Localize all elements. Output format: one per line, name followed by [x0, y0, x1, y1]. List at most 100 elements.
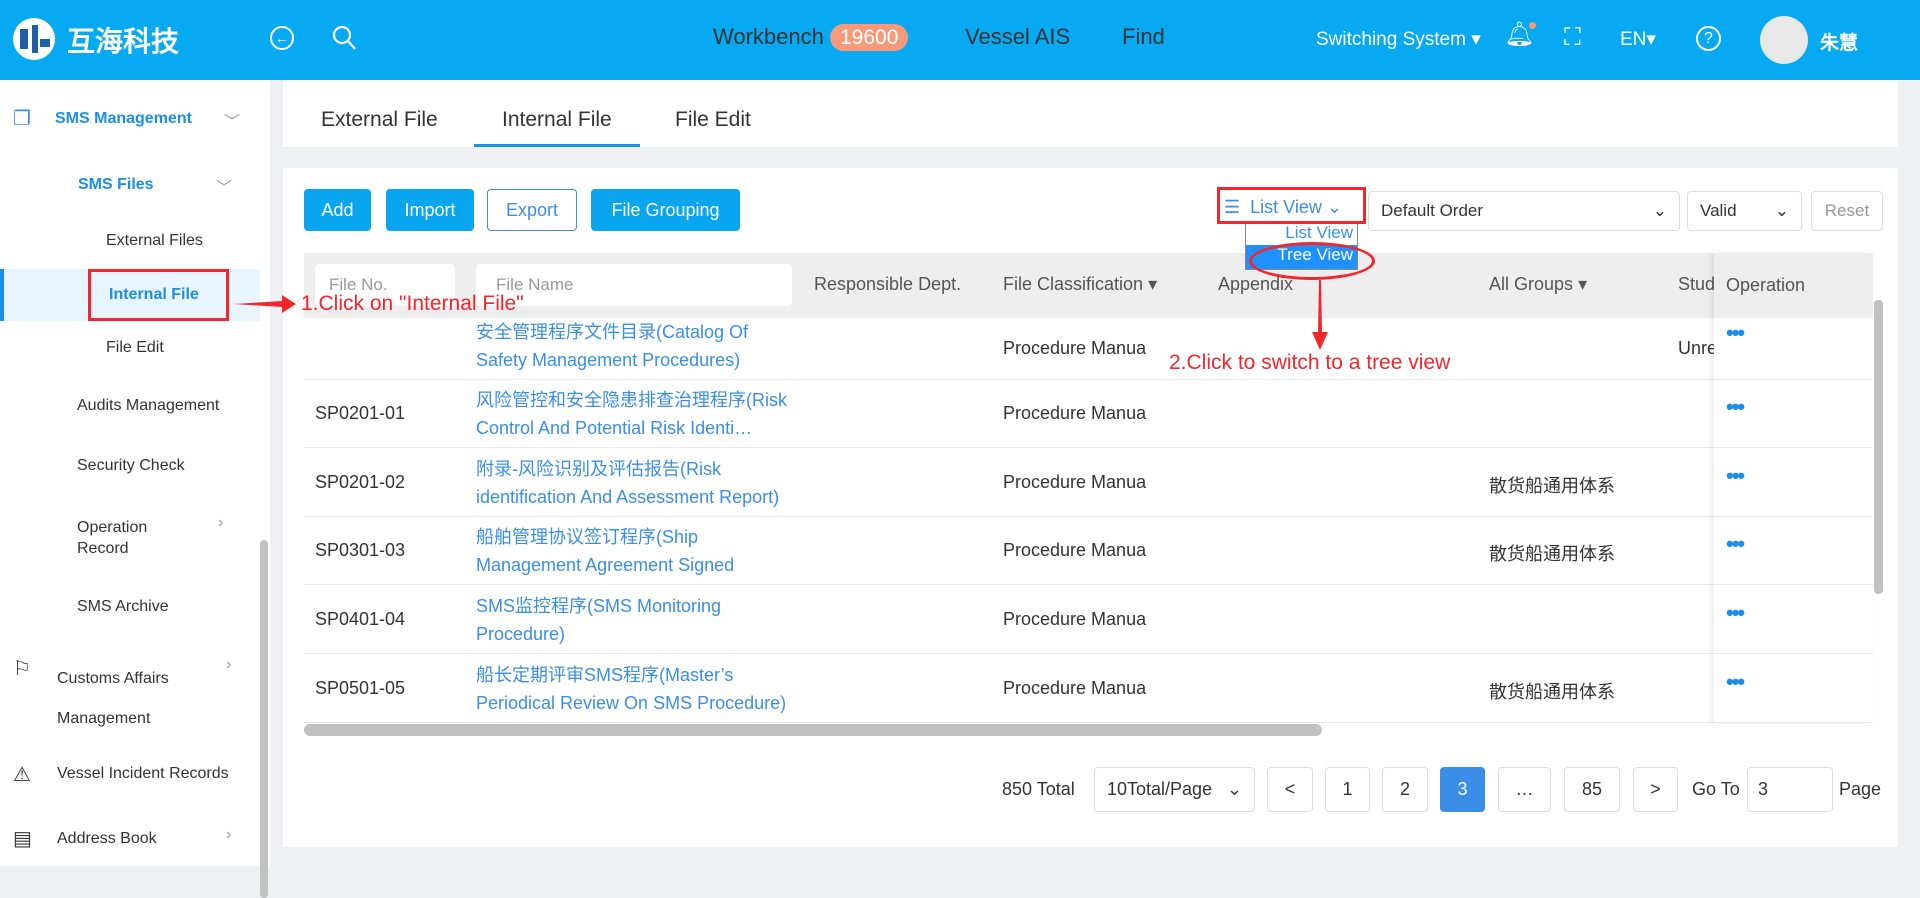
file-name-link[interactable]: 安全管理程序文件目录(Catalog Of Safety Management … [476, 318, 796, 374]
sidebar-item-operation-record[interactable]: Operation Record [77, 517, 167, 559]
page-size-value: 10Total/Page [1107, 779, 1213, 799]
chevron-right-icon: › [218, 514, 224, 531]
address-book-icon: ▤ [13, 828, 32, 850]
col-responsible-dept: Responsible Dept. [814, 274, 962, 294]
fullscreen-icon[interactable]: ⛶ [1564, 24, 1581, 52]
more-options-icon[interactable]: ••• [1726, 531, 1745, 556]
switching-system-dropdown[interactable]: Switching System ▾ [1316, 28, 1481, 51]
col-label: File Classification [1003, 274, 1144, 294]
sidebar-item-audits-management[interactable]: Audits Management [77, 397, 219, 415]
file-grouping-button[interactable]: File Grouping [591, 189, 740, 231]
file-classification: Procedure Manua [1003, 540, 1147, 560]
tab-external-file[interactable]: External File [321, 108, 438, 132]
col-all-groups[interactable]: All Groups ▾ [1489, 274, 1587, 295]
file-name-link[interactable]: 风险管控和安全隐患排查治理程序(Risk Control And Potenti… [476, 386, 796, 442]
more-options-icon[interactable]: ••• [1726, 669, 1745, 694]
caret-down-icon: ▾ [1148, 274, 1158, 294]
reset-button[interactable]: Reset [1811, 191, 1883, 231]
user-name[interactable]: 朱慧 [1820, 28, 1858, 55]
file-no: SP0501-05 [315, 677, 406, 698]
page-button[interactable]: 2 [1382, 767, 1428, 812]
page-button[interactable]: … [1498, 767, 1551, 812]
avatar[interactable] [1760, 16, 1808, 64]
table-row: SP0301-03 船舶管理协议签订程序(Ship Management Agr… [304, 517, 1714, 603]
signpost-icon: ⚐ [13, 658, 31, 680]
export-button[interactable]: Export [487, 189, 577, 231]
operation-cell: ••• [1714, 448, 1873, 517]
help-icon[interactable]: ? [1696, 26, 1721, 51]
nav-workbench[interactable]: Workbench 19600 [713, 24, 909, 51]
chevron-down-icon: ⌄ [1774, 201, 1789, 220]
page-button[interactable]: 3 [1440, 767, 1485, 812]
document-icon: ❐ [13, 108, 31, 130]
sidebar-item-customs-affairs[interactable]: Customs Affairs Management [57, 659, 207, 739]
horizontal-scrollbar[interactable] [304, 724, 1322, 736]
top-header: 互海科技 ← Workbench 19600 Vessel AIS Find S… [0, 0, 1920, 80]
import-button[interactable]: Import [386, 189, 474, 231]
more-options-icon[interactable]: ••• [1726, 320, 1745, 345]
file-no: SP0301-03 [315, 540, 406, 560]
more-options-icon[interactable]: ••• [1726, 463, 1745, 488]
file-no: SP0401-04 [315, 608, 406, 629]
page-button[interactable]: 1 [1325, 767, 1370, 812]
col-file-classification[interactable]: File Classification ▾ [1003, 274, 1157, 295]
annotation-ellipse-tree-view [1249, 242, 1375, 280]
sidebar-item-sms-files[interactable]: SMS Files [78, 176, 154, 194]
status-value: Valid [1700, 201, 1737, 220]
next-page-button[interactable]: > [1633, 767, 1678, 812]
sidebar-item-address-book[interactable]: Address Book [57, 830, 157, 848]
caret-down-icon: ▾ [1578, 274, 1588, 294]
table-row: SP0201-01 风险管控和安全隐患排查治理程序(Risk Control A… [304, 380, 1714, 448]
chevron-down-icon: ⌄ [1652, 201, 1667, 220]
file-no: SP0201-02 [315, 471, 406, 492]
notification-dot [1529, 22, 1536, 29]
sidebar-item-vessel-incident[interactable]: Vessel Incident Records [57, 765, 229, 783]
sidebar-item-file-edit[interactable]: File Edit [106, 339, 164, 357]
goto-page-input[interactable]: 3 [1747, 767, 1833, 812]
chevron-right-icon: › [226, 826, 232, 843]
file-name-link[interactable]: SMS监控程序(SMS Monitoring Procedure) [476, 592, 796, 648]
prev-page-button[interactable]: < [1267, 767, 1313, 812]
tab-internal-file[interactable]: Internal File [502, 108, 612, 132]
search-icon[interactable] [331, 24, 357, 52]
annotation-step1: 1.Click on "Internal File" [301, 292, 524, 315]
file-name-link[interactable]: 船长定期评审SMS程序(Master’s Periodical Review O… [476, 661, 796, 717]
file-classification: Procedure Manua [1003, 403, 1147, 423]
more-options-icon[interactable]: ••• [1726, 394, 1745, 419]
language-dropdown[interactable]: EN▾ [1620, 28, 1656, 51]
status-select[interactable]: Valid ⌄ [1687, 191, 1802, 231]
add-button[interactable]: Add [304, 189, 371, 231]
sidebar-item-sms-management[interactable]: SMS Management [55, 110, 192, 128]
nav-find[interactable]: Find [1122, 24, 1165, 50]
file-classification: Procedure Manua [1003, 338, 1147, 358]
col-label: All Groups [1489, 274, 1574, 294]
sidebar-item-external-files[interactable]: External Files [106, 232, 203, 250]
annotation-box-internal-file [88, 269, 229, 321]
operation-cell: ••• [1714, 585, 1873, 654]
file-no: SP0201-01 [315, 403, 406, 423]
page-button[interactable]: 85 [1564, 767, 1620, 812]
chevron-right-icon: › [226, 656, 232, 673]
operation-cell: ••• [1714, 654, 1873, 723]
vertical-scrollbar[interactable] [1874, 300, 1883, 594]
sidebar-scrollbar[interactable] [260, 540, 268, 898]
back-icon[interactable]: ← [270, 26, 294, 50]
operation-cell: ••• [1714, 318, 1873, 380]
tab-file-edit[interactable]: File Edit [675, 108, 751, 132]
page-size-select[interactable]: 10Total/Page ⌄ [1094, 767, 1255, 812]
brand-name: 互海科技 [67, 26, 180, 57]
order-select[interactable]: Default Order ⌄ [1368, 191, 1680, 231]
more-options-icon[interactable]: ••• [1726, 600, 1745, 625]
sidebar-item-sms-archive[interactable]: SMS Archive [77, 598, 169, 616]
sidebar-item-security-check[interactable]: Security Check [77, 457, 185, 475]
file-group: 散货船通用体系 [1489, 475, 1615, 496]
nav-label: Workbench [713, 24, 824, 49]
file-name-link[interactable]: 附录-风险识别及评估报告(Risk identification And Ass… [476, 455, 796, 511]
switching-label: Switching System [1316, 29, 1466, 50]
caret-down-icon: ▾ [1646, 29, 1656, 50]
annotation-step2: 2.Click to switch to a tree view [1169, 351, 1451, 374]
page-label: Page [1839, 779, 1882, 799]
operation-cell: ••• [1714, 517, 1873, 585]
nav-vessel-ais[interactable]: Vessel AIS [965, 24, 1070, 50]
warning-icon: ⚠ [13, 764, 31, 786]
